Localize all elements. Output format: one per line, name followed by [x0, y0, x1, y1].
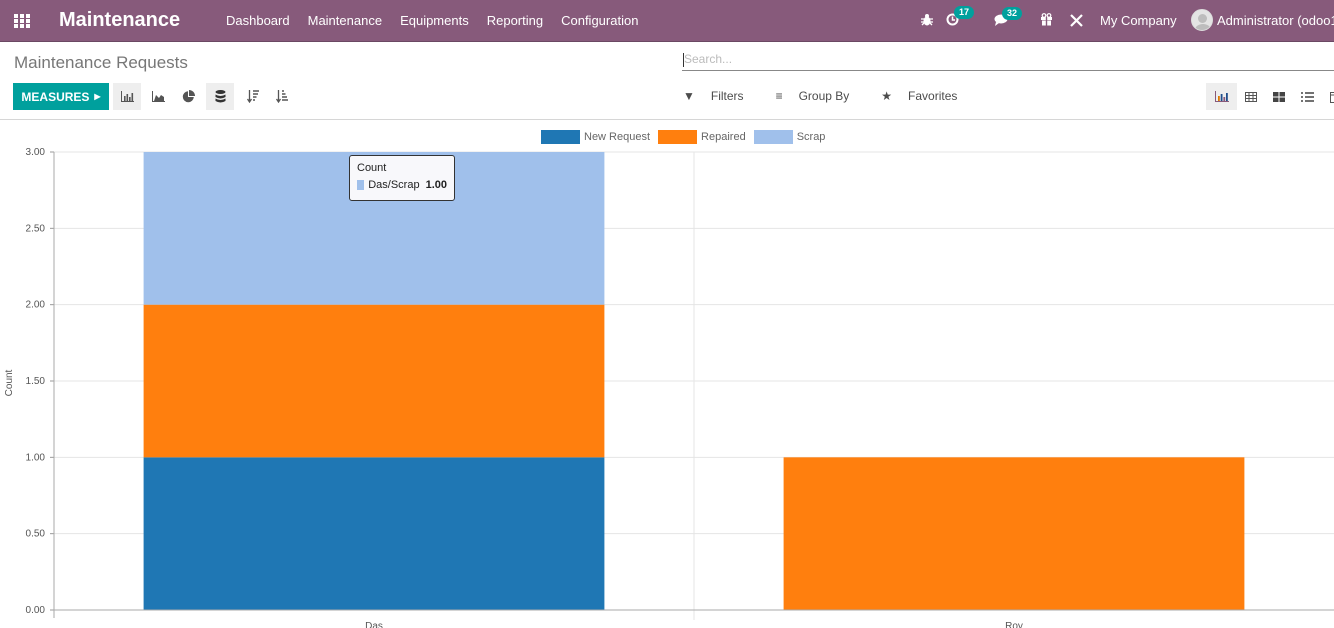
- view-kanban-button[interactable]: [1265, 83, 1293, 110]
- bar-chart-icon: [1214, 91, 1229, 102]
- view-calendar-button[interactable]: [1322, 83, 1334, 110]
- search-input[interactable]: Search...: [682, 52, 1334, 71]
- bar-das-repaired[interactable]: [143, 304, 605, 458]
- caret-right-icon: ▶: [94, 92, 101, 101]
- list-icon: [1300, 91, 1314, 102]
- filter-icon: ▼: [683, 89, 695, 103]
- pie-chart-button[interactable]: [174, 83, 202, 110]
- y-axis-label: Count: [4, 369, 15, 396]
- y-tick-label: 2.00: [26, 300, 46, 311]
- groupby-toggle[interactable]: ≡ Group By: [776, 89, 866, 103]
- view-graph-button[interactable]: [1206, 83, 1237, 110]
- stacked-button[interactable]: [206, 83, 234, 110]
- apps-menu-icon[interactable]: [14, 14, 30, 28]
- sort-amount-asc-icon: [276, 90, 288, 103]
- activity-clock-icon[interactable]: 17: [946, 6, 975, 29]
- bug-icon[interactable]: [921, 13, 933, 29]
- y-tick-label: 3.00: [26, 147, 46, 158]
- tooltip-value: 1.00: [425, 179, 447, 191]
- tooltip-label: Das/Scrap: [368, 179, 420, 191]
- th-large-icon: [1273, 91, 1285, 102]
- star-icon: ★: [881, 89, 893, 103]
- graph-view: New Request Repaired Scrap 0.00 0.50 1.00 1…: [0, 121, 1334, 628]
- calendar-icon: [1330, 91, 1334, 103]
- table-icon: [1245, 91, 1257, 102]
- favorites-toggle[interactable]: ★ Favorites: [881, 89, 973, 103]
- bar-chart-button[interactable]: [113, 83, 141, 110]
- menu-maintenance[interactable]: Maintenance: [299, 13, 391, 28]
- measures-button[interactable]: MEASURES ▶: [13, 83, 109, 110]
- measures-label: MEASURES: [21, 89, 90, 104]
- activity-count-badge: 17: [954, 6, 975, 19]
- menu-dashboard[interactable]: Dashboard: [217, 13, 299, 28]
- app-title: Maintenance: [59, 9, 181, 31]
- y-tick-label: 1.00: [26, 452, 46, 463]
- bar-das-new-request[interactable]: [143, 457, 605, 610]
- menu-equipments[interactable]: Equipments: [391, 13, 478, 28]
- sort-amount-desc-icon: [247, 90, 259, 103]
- sort-descending-button[interactable]: [239, 83, 267, 110]
- search-options: ▼ Filters ≡ Group By ★ Favorites: [683, 89, 989, 103]
- breadcrumb: Maintenance Requests: [14, 53, 188, 72]
- pie-chart-icon: [182, 90, 195, 103]
- y-tick-label: 0.50: [26, 529, 46, 540]
- filters-toggle[interactable]: ▼ Filters: [683, 89, 760, 103]
- line-chart-button[interactable]: [144, 83, 172, 110]
- menu-reporting[interactable]: Reporting: [478, 13, 552, 28]
- view-list-button[interactable]: [1293, 83, 1321, 110]
- tooltip-title: Count: [357, 162, 387, 174]
- user-menu[interactable]: Administrator (odoo14: [1217, 13, 1334, 28]
- menu-configuration[interactable]: Configuration: [552, 13, 647, 28]
- area-chart-icon: [151, 91, 165, 102]
- x-tick-label: Das: [365, 621, 383, 628]
- chart-tooltip: Count Das/Scrap 1.00: [349, 155, 455, 201]
- messages-count-badge: 32: [1002, 7, 1023, 20]
- x-tick-label: Roy: [1005, 621, 1023, 628]
- tools-icon[interactable]: [1070, 14, 1083, 30]
- tooltip-swatch: [357, 180, 365, 190]
- bar-roy-repaired[interactable]: [783, 457, 1245, 610]
- sort-ascending-button[interactable]: [268, 83, 296, 110]
- messages-icon[interactable]: 32: [994, 7, 1023, 29]
- database-icon: [215, 90, 225, 103]
- gift-icon[interactable]: [1040, 13, 1053, 29]
- top-navbar: Maintenance Dashboard Maintenance Equipm…: [0, 0, 1334, 42]
- main-menu: Dashboard Maintenance Equipments Reporti…: [217, 13, 647, 28]
- y-tick-label: 1.50: [26, 376, 46, 387]
- company-switcher[interactable]: My Company: [1100, 13, 1177, 28]
- control-panel: Maintenance Requests Search... MEASURES …: [0, 42, 1334, 120]
- bars-icon: ≡: [775, 89, 783, 103]
- y-tick-label: 2.50: [26, 223, 46, 234]
- user-avatar[interactable]: [1191, 9, 1213, 31]
- y-tick-label: 0.00: [26, 605, 46, 616]
- bar-chart: 0.00 0.50 1.00 1.50 2.00 2.50 3.00 Das Roy Count: [4, 147, 1334, 628]
- view-pivot-button[interactable]: [1237, 83, 1265, 110]
- bar-chart-icon: [120, 91, 134, 102]
